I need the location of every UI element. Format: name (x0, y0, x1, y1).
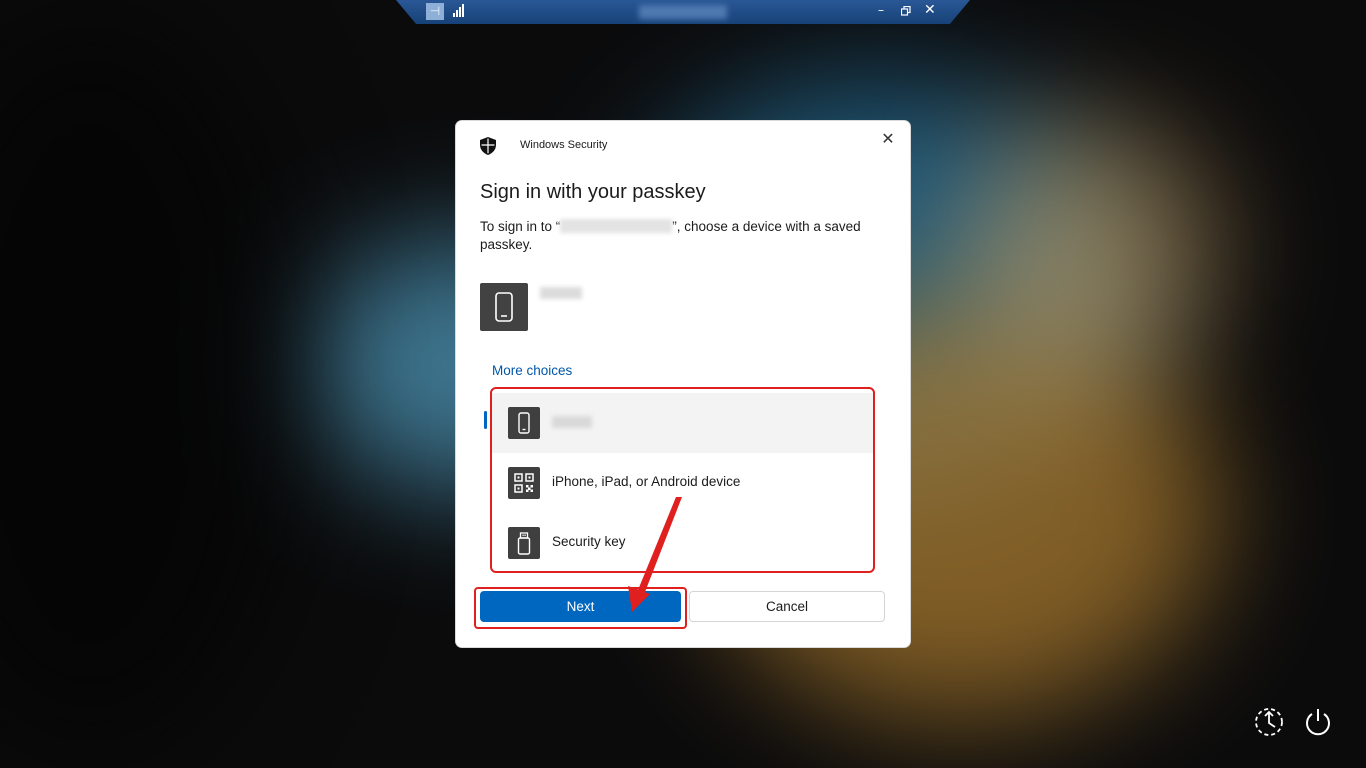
annotation-arrow (628, 497, 682, 612)
power-icon[interactable] (1302, 706, 1334, 738)
accessibility-icon[interactable] (1253, 706, 1285, 738)
